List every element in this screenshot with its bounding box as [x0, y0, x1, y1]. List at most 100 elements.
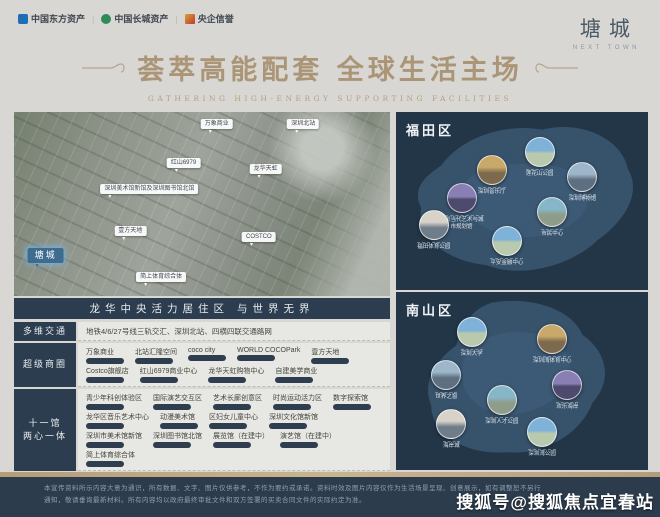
facility-item-label: 数字探索馆 [333, 393, 368, 403]
facility-text: 地铁4/6/27号线三轨交汇、深圳北站、四横四联交通路网 [86, 326, 272, 337]
logo-label: 中国东方资产 [31, 12, 85, 25]
distance-badge [135, 358, 173, 364]
facility-item-label: 自建美学商业 [275, 366, 317, 376]
landmark-label: 平安金融中心 [490, 258, 523, 267]
landmark-label: 欢乐海岸 [556, 402, 578, 411]
distance-badge [153, 442, 191, 448]
facility-item-label: WORLD COCOPark [237, 347, 300, 354]
facility-item-label: 时尚运动活力区 [273, 393, 322, 403]
facility-item-label: 演艺馆（在建中） [280, 431, 336, 441]
landmark-label: 世界之窗 [435, 392, 457, 401]
project-name: 塘城 [570, 13, 640, 43]
landmark-spot: 平安金融中心 [485, 226, 529, 267]
facility-item: 北站汇隆空间 [135, 347, 177, 364]
page-subtitle: GATHERING HIGH-ENERGY SUPPORTING FACILIT… [0, 94, 660, 103]
landmark-photo-thumb [431, 360, 461, 390]
facility-item: 数字探索馆 [333, 393, 371, 410]
central-enterprise-logo-icon [185, 14, 195, 24]
landmark-spot: 深圳人才公园 [480, 385, 524, 426]
landmark-spot: 深圳湾体育中心 [530, 324, 574, 365]
landmark-photo-thumb [525, 137, 555, 167]
facility-item: 红山6979商业中心 [140, 366, 198, 383]
location-tag: 深圳美术馆新馆及深圳图书馆北馆 [100, 184, 198, 194]
landmark-photo-thumb [492, 226, 522, 256]
facility-item-label: 深圳市美术馆新馆 [86, 431, 142, 441]
landmark-photo-thumb [537, 324, 567, 354]
landmark-label: 深圳湾体育中心 [533, 356, 572, 365]
facility-line: 万象商业北站汇隆空间coco cityWORLD COCOPark壹方天地 [86, 346, 384, 365]
developer-logos: 中国东方资产 | 中国长城资产 | 央企信誉 [18, 12, 234, 25]
distance-badge [213, 404, 251, 410]
distance-badge [209, 423, 247, 429]
greatwall-asset-logo-icon [101, 14, 111, 24]
row-content: 万象商业北站汇隆空间coco cityWORLD COCOPark壹方天地Cos… [78, 343, 390, 387]
distance-badge [275, 377, 313, 383]
flourish-right-icon [533, 60, 579, 76]
landmark-photo-thumb [552, 370, 582, 400]
facility-item-label: 青少年科创体验区 [86, 393, 142, 403]
landmark-photo-thumb [457, 317, 487, 347]
flourish-left-icon [81, 60, 127, 76]
facility-item: 区妇女儿童中心 [209, 412, 258, 429]
distance-badge [153, 404, 191, 410]
facility-item-label: 区妇女儿童中心 [209, 412, 258, 422]
landmark-spot: 福田体育公园 [412, 210, 456, 251]
distance-badge [188, 355, 226, 361]
location-tag: COSTCO [242, 232, 276, 242]
row-header: 超级商圈 [14, 343, 76, 387]
facility-item-label: 动漫美术馆 [160, 412, 195, 422]
landmark-spot: 世界之窗 [424, 360, 468, 401]
logo-oriental-asset: 中国东方资产 [18, 12, 85, 25]
facility-item-label: 展览馆（在建中） [213, 431, 269, 441]
distance-badge [160, 423, 198, 429]
distance-badge [86, 423, 124, 429]
facility-item-label: 北站汇隆空间 [135, 347, 177, 357]
facility-item: coco city [188, 347, 226, 361]
landmark-photo-thumb [436, 409, 466, 439]
page-title: 荟萃高能配套 全球生活主场 [137, 48, 522, 87]
table-row: 超级商圈 万象商业北站汇隆空间coco cityWORLD COCOPark壹方… [14, 343, 390, 387]
logo-greatwall-asset: 中国长城资产 [101, 12, 168, 25]
facility-item: WORLD COCOPark [237, 347, 300, 361]
project-brand: 塘城 NEXT TOWN [570, 13, 640, 51]
facility-line: Costco旗舰店 红山6979商业中心龙华天虹购物中心 自建美学商业 [86, 365, 384, 384]
futian-map-panel: 福田区 莲花山公园深圳音乐厅深圳博物馆深圳当代艺术与城市规划馆市民中心福田体育公… [396, 112, 648, 290]
distance-badge [86, 404, 124, 410]
table-row: 十一馆 两心一体 青少年科创体验区国际演艺交互区艺术长廊创意区时尚运动活力区数字… [14, 389, 390, 471]
poster-title-block: 荟萃高能配套 全球生活主场 GATHERING HIGH-ENERGY SUPP… [0, 48, 660, 103]
sohu-watermark: 搜狐号@搜狐焦点宜春站 [456, 488, 654, 513]
facility-item-label: 简上体育综合体 [86, 450, 135, 460]
facility-item: 艺术长廊创意区 [213, 393, 262, 410]
distance-badge [333, 404, 371, 410]
distance-badge [237, 355, 275, 361]
facility-item: 简上体育综合体 [86, 450, 135, 467]
location-tag: 简上体育综合体 [136, 272, 186, 282]
facility-item-label: 壹方天地 [311, 347, 339, 357]
district-label-nanshan: 南山区 [406, 300, 454, 319]
logo-label: 央企信誉 [198, 12, 234, 25]
facility-item: 壹方天地 [311, 347, 349, 364]
landmark-label: 深圳湾公园 [528, 449, 556, 458]
facility-line: 地铁4/6/27号线三轨交汇、深圳北站、四横四联交通路网 [86, 325, 384, 338]
facility-item-label: 龙华天虹购物中心 [208, 366, 264, 376]
location-tag: 深圳北站 [287, 119, 319, 129]
location-tag: 龙华天虹 [250, 164, 282, 174]
facility-item: 动漫美术馆 [160, 412, 198, 429]
distance-badge [86, 442, 124, 448]
distance-badge [86, 358, 124, 364]
facility-item-label: Costco旗舰店 [86, 366, 129, 376]
landmark-photo-thumb [419, 210, 449, 240]
location-tag: 壹方天地 [114, 226, 146, 236]
facility-item-label: coco city [188, 347, 215, 354]
landmark-photo-thumb [477, 155, 507, 185]
landmark-label: 莲花山公园 [526, 169, 554, 178]
distance-badge [208, 377, 246, 383]
district-label-futian: 福田区 [406, 120, 454, 139]
photo-caption-bar: 龙华中央活力居住区 与世界无界 [14, 298, 390, 319]
landmark-photo-thumb [447, 183, 477, 213]
landmark-spot: 莲花山公园 [518, 137, 562, 178]
facility-item: 深圳市美术馆新馆 [86, 431, 142, 448]
landmark-spot: 欢乐海岸 [545, 370, 589, 411]
distance-badge [280, 442, 318, 448]
location-tag: 万象商业 [201, 119, 233, 129]
